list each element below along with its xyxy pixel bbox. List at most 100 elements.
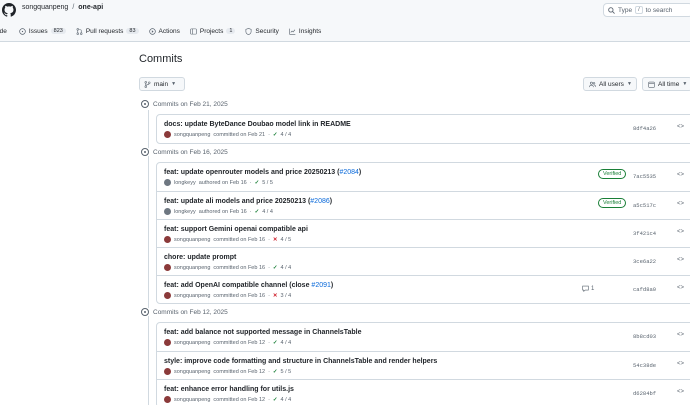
check-icon[interactable]: ✓ bbox=[255, 180, 260, 186]
tab-projects[interactable]: Projects 1 bbox=[190, 28, 236, 35]
avatar[interactable] bbox=[164, 131, 171, 138]
commit-row[interactable]: chore: update prompt songquanpeng commit… bbox=[157, 247, 690, 275]
time-filter[interactable]: All time ▼ bbox=[642, 77, 690, 91]
commit-title[interactable]: feat: update openrouter models and price… bbox=[164, 169, 361, 176]
code-icon[interactable]: <> bbox=[677, 361, 684, 367]
commit-sha[interactable]: d6284bf bbox=[633, 390, 656, 397]
commit-title[interactable]: docs: update ByteDance Doubao model link… bbox=[164, 121, 351, 128]
commit-row[interactable]: feat: enhance error handling for utils.j… bbox=[157, 379, 690, 405]
commit-title[interactable]: feat: add balance not supported message … bbox=[164, 329, 361, 336]
code-icon[interactable]: <> bbox=[677, 201, 684, 207]
avatar[interactable] bbox=[164, 339, 171, 346]
commit-author[interactable]: songquanpeng bbox=[174, 132, 210, 138]
avatar[interactable] bbox=[164, 208, 171, 215]
check-icon[interactable]: ✓ bbox=[273, 369, 278, 375]
commit-date: committed on Feb 12 bbox=[213, 368, 266, 375]
commit-sha[interactable]: cafd8a0 bbox=[633, 286, 656, 293]
check-icon[interactable]: ✓ bbox=[273, 340, 278, 346]
commit-row[interactable]: feat: add balance not supported message … bbox=[157, 323, 690, 351]
commit-title[interactable]: feat: enhance error handling for utils.j… bbox=[164, 386, 294, 393]
avatar[interactable] bbox=[164, 179, 171, 186]
commit-author[interactable]: songquanpeng bbox=[174, 340, 210, 346]
code-icon[interactable]: <> bbox=[677, 257, 684, 263]
tab-issues[interactable]: Issues 823 bbox=[19, 28, 66, 35]
verified-badge[interactable]: Verified bbox=[598, 169, 627, 179]
shield-icon bbox=[245, 27, 252, 35]
verified-badge[interactable]: Verified bbox=[598, 198, 627, 208]
tab-code[interactable]: ode bbox=[0, 28, 7, 35]
commit-author[interactable]: longkeyy bbox=[174, 180, 196, 186]
tab-actions[interactable]: Actions bbox=[148, 28, 180, 35]
code-icon[interactable]: <> bbox=[677, 229, 684, 235]
owner-link[interactable]: songquanpeng bbox=[22, 4, 68, 11]
tab-security[interactable]: Security bbox=[245, 27, 279, 35]
code-icon[interactable]: <> bbox=[677, 332, 684, 338]
avatar[interactable] bbox=[164, 368, 171, 375]
commit-message[interactable]: style: improve code formatting and struc… bbox=[164, 358, 437, 365]
commit-title[interactable]: style: improve code formatting and struc… bbox=[164, 358, 437, 365]
avatar[interactable] bbox=[164, 292, 171, 299]
commit-message[interactable]: feat: update ali models and price 202502… bbox=[164, 198, 310, 205]
commit-author[interactable]: songquanpeng bbox=[174, 293, 210, 299]
tab-insights[interactable]: Insights bbox=[289, 28, 321, 35]
commit-message[interactable]: feat: enhance error handling for utils.j… bbox=[164, 386, 294, 393]
check-icon[interactable]: ✓ bbox=[273, 397, 278, 403]
repo-link[interactable]: one-api bbox=[78, 4, 103, 11]
time-filter-label: All time bbox=[658, 80, 680, 88]
commit-title[interactable]: chore: update prompt bbox=[164, 254, 236, 261]
commit-message[interactable]: feat: update openrouter models and price… bbox=[164, 169, 339, 176]
commit-sha[interactable]: a5c517c bbox=[633, 202, 656, 209]
commit-message[interactable]: feat: support Gemini openai compatible a… bbox=[164, 226, 308, 233]
commit-sha[interactable]: 54c38de bbox=[633, 362, 656, 369]
pr-link[interactable]: #2091 bbox=[311, 282, 330, 289]
commit-sha[interactable]: 3f421c4 bbox=[633, 230, 656, 237]
check-icon[interactable]: ✓ bbox=[273, 132, 278, 138]
commit-author[interactable]: songquanpeng bbox=[174, 397, 210, 403]
commit-sha[interactable]: 7ac5535 bbox=[633, 173, 656, 180]
commit-sha[interactable]: 3ce6a22 bbox=[633, 258, 656, 265]
github-logo-icon[interactable] bbox=[2, 3, 16, 17]
x-icon[interactable]: ✕ bbox=[273, 237, 278, 243]
commit-message[interactable]: feat: add OpenAI compatible channel (clo… bbox=[164, 282, 311, 289]
commit-message[interactable]: docs: update ByteDance Doubao model link… bbox=[164, 121, 351, 128]
avatar[interactable] bbox=[164, 396, 171, 403]
users-filter[interactable]: All users ▼ bbox=[583, 77, 637, 91]
commit-author[interactable]: longkeyy bbox=[174, 209, 196, 215]
code-icon[interactable]: <> bbox=[677, 389, 684, 395]
check-icon[interactable]: ✓ bbox=[273, 265, 278, 271]
avatar[interactable] bbox=[164, 236, 171, 243]
commit-title[interactable]: feat: update ali models and price 202502… bbox=[164, 198, 332, 205]
code-icon[interactable]: <> bbox=[677, 285, 684, 291]
commit-row[interactable]: feat: support Gemini openai compatible a… bbox=[157, 219, 690, 247]
x-icon[interactable]: ✕ bbox=[273, 293, 278, 299]
commit-message[interactable]: feat: add balance not supported message … bbox=[164, 329, 361, 336]
pr-link[interactable]: #2086 bbox=[310, 198, 329, 205]
tab-pull-requests[interactable]: Pull requests 83 bbox=[76, 28, 139, 35]
table-icon bbox=[190, 28, 197, 34]
commit-date: committed on Feb 12 bbox=[213, 339, 266, 346]
commit-author[interactable]: songquanpeng bbox=[174, 369, 210, 375]
breadcrumb: songquanpeng / one-api bbox=[22, 4, 103, 11]
commit-row[interactable]: docs: update ByteDance Doubao model link… bbox=[157, 115, 690, 143]
commit-sha[interactable]: 8b8cd03 bbox=[633, 333, 656, 340]
commit-sha[interactable]: 8df4a26 bbox=[633, 125, 656, 132]
commit-author[interactable]: songquanpeng bbox=[174, 265, 210, 271]
separator-dot: · bbox=[268, 292, 270, 299]
commit-row[interactable]: feat: update openrouter models and price… bbox=[157, 163, 690, 191]
pr-link[interactable]: #2084 bbox=[339, 169, 358, 176]
code-icon[interactable]: <> bbox=[677, 124, 684, 130]
branch-selector[interactable]: main ▼ bbox=[139, 77, 185, 91]
commit-message[interactable]: chore: update prompt bbox=[164, 254, 236, 261]
search-input[interactable]: Type / to search bbox=[603, 3, 690, 17]
comments-link[interactable]: 1 bbox=[582, 285, 594, 292]
commit-title[interactable]: feat: add OpenAI compatible channel (clo… bbox=[164, 282, 333, 289]
code-icon[interactable]: <> bbox=[677, 172, 684, 178]
commit-author[interactable]: songquanpeng bbox=[174, 237, 210, 243]
commit-row[interactable]: style: improve code formatting and struc… bbox=[157, 351, 690, 379]
check-icon[interactable]: ✓ bbox=[255, 209, 260, 215]
commit-row[interactable]: feat: add OpenAI compatible channel (clo… bbox=[157, 275, 690, 303]
commit-title[interactable]: feat: support Gemini openai compatible a… bbox=[164, 226, 308, 233]
avatar[interactable] bbox=[164, 264, 171, 271]
commit-row[interactable]: feat: update ali models and price 202502… bbox=[157, 191, 690, 219]
commit-meta: songquanpeng committed on Feb 16 · ✕ 3 /… bbox=[164, 292, 291, 299]
